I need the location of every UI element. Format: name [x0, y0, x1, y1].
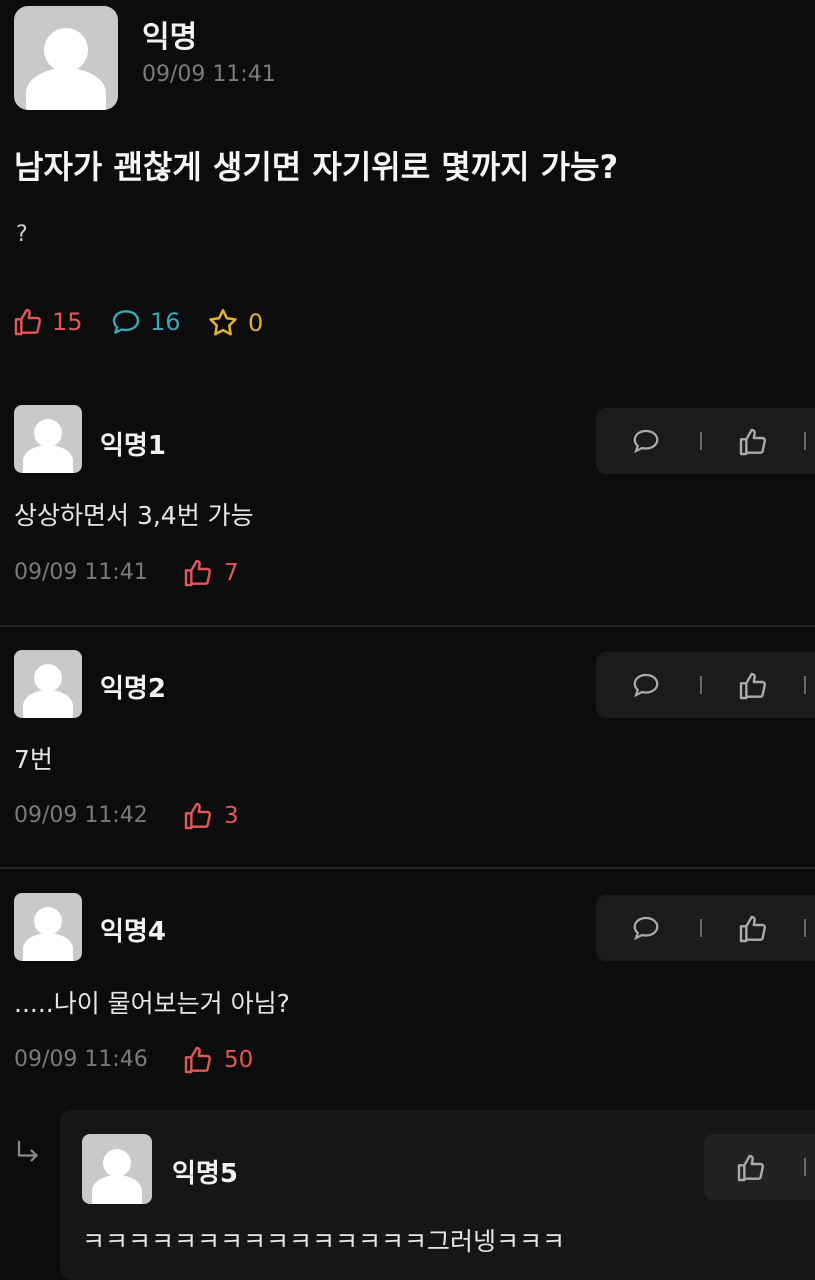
reply-arrow-icon [17, 1140, 38, 1162]
speech-bubble-icon [112, 310, 140, 334]
divider [0, 867, 815, 869]
post-scrap-stat[interactable]: 0 [206, 306, 263, 340]
post-title: 남자가 괜찮게 생기면 자기위로 몇까지 가능? [14, 148, 619, 186]
comment-avatar [14, 650, 82, 718]
comment-like-count: 3 [224, 803, 239, 829]
post-avatar [14, 6, 118, 110]
reply-actions [704, 1134, 815, 1200]
comment-text: 7번 [14, 745, 53, 774]
thumbs-up-icon[interactable] [736, 426, 770, 458]
reply-icon[interactable] [630, 913, 662, 943]
comment-text: .....나이 물어보는거 아님? [14, 989, 290, 1018]
comment-text: 상상하면서 3,4번 가능 [14, 501, 254, 530]
post-like-stat[interactable]: 15 [12, 306, 83, 338]
reply-icon[interactable] [630, 670, 662, 700]
comment-time: 09/09 11:42 [14, 803, 148, 828]
post-author: 익명 [142, 20, 198, 55]
thumbs-up-icon[interactable] [734, 1152, 768, 1184]
reply: 익명5 ㅋㅋㅋㅋㅋㅋㅋㅋㅋㅋㅋㅋㅋㅋㅋ그러넹ㅋㅋㅋ [60, 1110, 815, 1280]
thumbs-up-icon [184, 1046, 212, 1074]
divider [0, 625, 815, 627]
comment-like-count: 7 [224, 560, 239, 586]
post-time: 09/09 11:41 [142, 62, 276, 87]
thumbs-up-icon[interactable] [736, 670, 770, 702]
comment-author: 익명4 [100, 917, 166, 947]
comment-actions [596, 652, 815, 718]
post-like-count: 15 [52, 308, 83, 336]
reply-avatar [82, 1134, 152, 1204]
comment-actions [596, 895, 815, 961]
comment-avatar [14, 405, 82, 473]
comment-author: 익명1 [100, 431, 166, 461]
post-body: ? [16, 222, 28, 247]
comment-time: 09/09 11:41 [14, 560, 148, 585]
post-comment-count: 16 [150, 308, 181, 336]
post-comment-stat[interactable]: 16 [110, 306, 181, 338]
reply-icon[interactable] [630, 426, 662, 456]
thumbs-up-icon [14, 308, 42, 336]
comment-like-count: 50 [224, 1047, 254, 1073]
star-icon [209, 308, 237, 336]
thumbs-up-icon[interactable] [736, 913, 770, 945]
comment-author: 익명2 [100, 674, 166, 704]
thumbs-up-icon [184, 802, 212, 830]
comment-avatar [14, 893, 82, 961]
post-scrap-count: 0 [248, 309, 264, 337]
thumbs-up-icon [184, 559, 212, 587]
comment-time: 09/09 11:46 [14, 1047, 148, 1072]
comment-actions [596, 408, 815, 474]
reply-text: ㅋㅋㅋㅋㅋㅋㅋㅋㅋㅋㅋㅋㅋㅋㅋ그러넹ㅋㅋㅋ [82, 1227, 566, 1256]
reply-author: 익명5 [172, 1159, 238, 1189]
